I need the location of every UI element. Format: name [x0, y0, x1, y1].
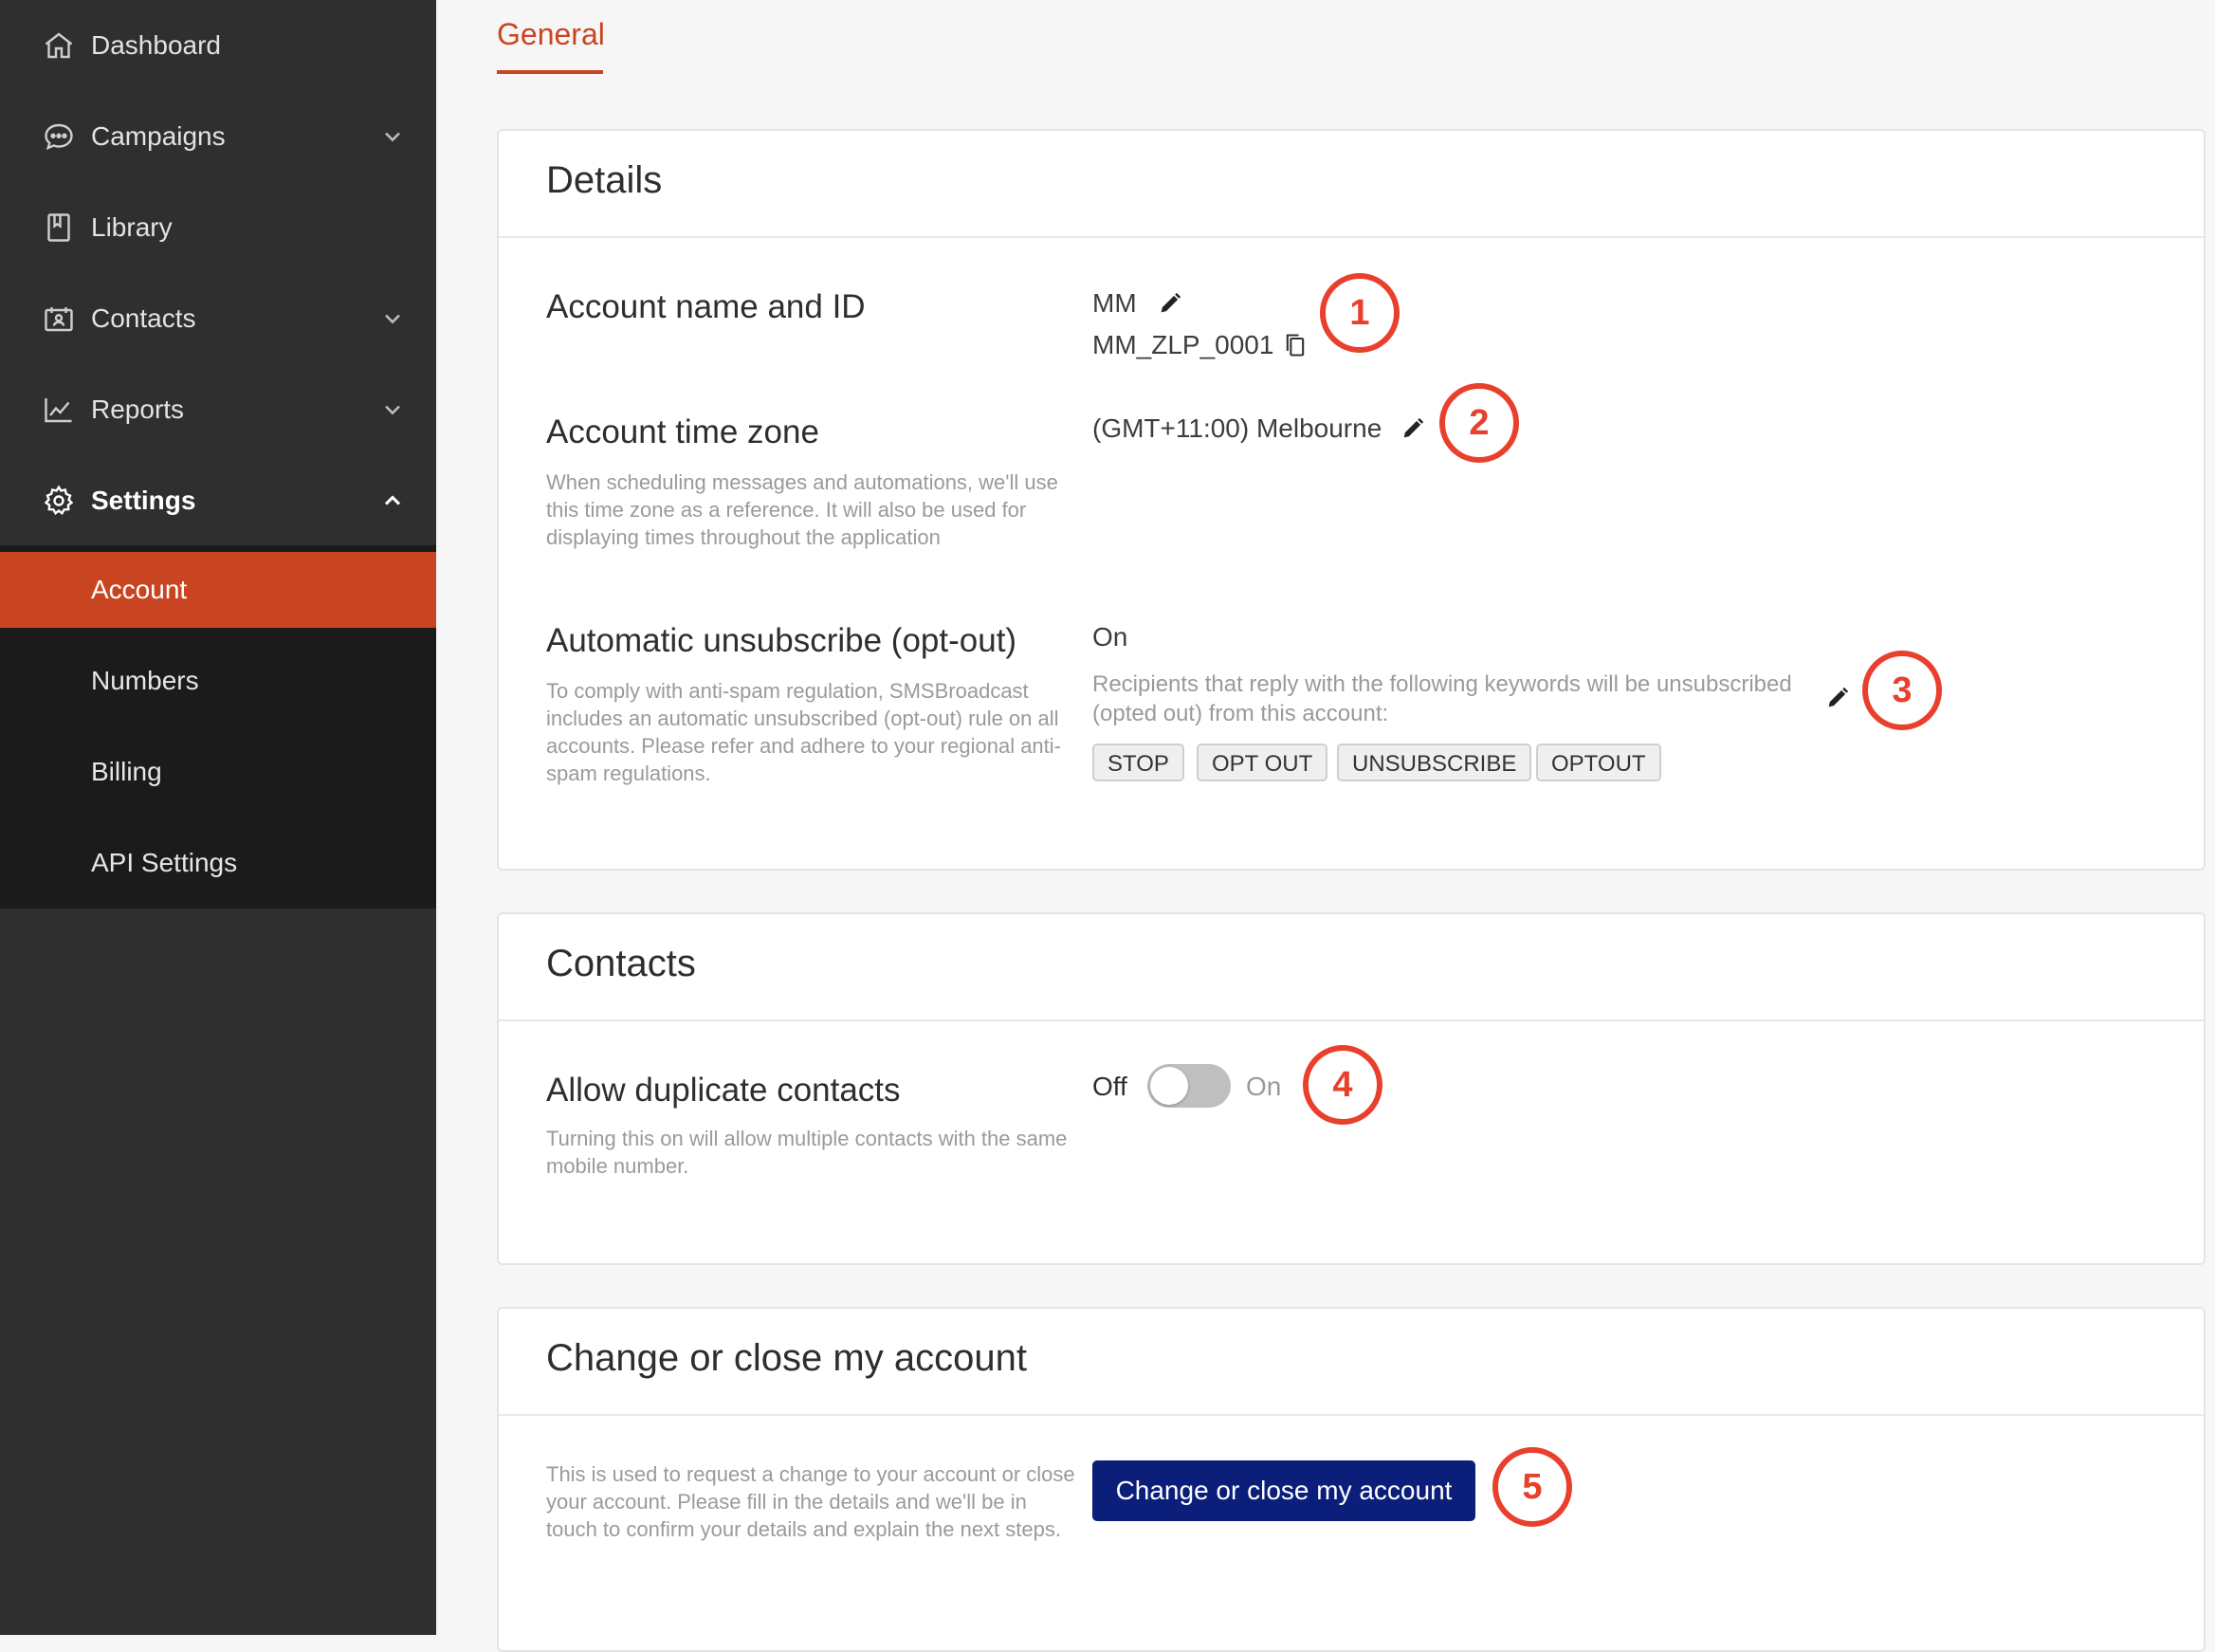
- sidebar-item-label: Settings: [91, 486, 196, 515]
- timezone-description: When scheduling messages and automations…: [546, 470, 1058, 549]
- chat-bubble-icon: [45, 123, 73, 151]
- callout-badge: 3: [1862, 651, 1942, 730]
- sidebar: Dashboard Campaigns Library Contacts Rep…: [0, 0, 436, 1635]
- duplicate-contacts-toggle[interactable]: [1147, 1064, 1231, 1108]
- edit-timezone-icon[interactable]: [1400, 415, 1426, 442]
- sidebar-item-label: Library: [91, 212, 173, 242]
- chevron-down-icon: [385, 132, 400, 142]
- optout-info: Recipients that reply with the following…: [1092, 671, 1792, 726]
- optout-label: Automatic unsubscribe (opt-out): [546, 622, 1017, 659]
- divider: [499, 236, 2204, 238]
- close-account-card: Change or close my account This is used …: [497, 1307, 2206, 1652]
- timezone-label: Account time zone: [546, 413, 819, 450]
- edit-account-name-icon[interactable]: [1157, 290, 1183, 317]
- account-id-value: MM_ZLP_0001: [1092, 330, 1274, 359]
- line-chart-icon: [45, 398, 72, 423]
- keyword-tag: STOP: [1092, 743, 1184, 781]
- callout-badge: 1: [1320, 273, 1400, 353]
- details-title: Details: [546, 159, 663, 201]
- close-account-title: Change or close my account: [546, 1337, 1027, 1379]
- sidebar-item-contacts[interactable]: Contacts: [0, 273, 436, 364]
- account-name-value: MM: [1092, 288, 1137, 318]
- home-icon: [45, 32, 73, 59]
- sidebar-subitem-numbers[interactable]: Numbers: [0, 643, 436, 719]
- timezone-value: (GMT+11:00) Melbourne: [1092, 413, 1382, 443]
- divider: [499, 1019, 2204, 1021]
- account-name-label: Account name and ID: [546, 288, 866, 325]
- duplicate-contacts-label: Allow duplicate contacts: [546, 1072, 901, 1109]
- sidebar-subitem-label: Billing: [91, 757, 162, 786]
- duplicate-contacts-description: Turning this on will allow multiple cont…: [546, 1127, 1068, 1178]
- sidebar-subitem-label: Numbers: [91, 666, 199, 695]
- sidebar-subitem-label: Account: [91, 575, 188, 604]
- sidebar-item-label: Contacts: [91, 303, 196, 333]
- sidebar-item-settings[interactable]: Settings: [0, 455, 436, 546]
- edit-keywords-icon[interactable]: [1824, 685, 1851, 711]
- callout-badge: 2: [1439, 383, 1519, 463]
- keyword-tag: OPT OUT: [1197, 743, 1328, 781]
- sidebar-subitem-label: API Settings: [91, 848, 238, 877]
- contacts-title: Contacts: [546, 943, 696, 984]
- chevron-down-icon: [385, 405, 400, 415]
- sidebar-item-label: Reports: [91, 395, 185, 424]
- settings-subnav: Account Numbers Billing API Settings: [0, 545, 436, 909]
- sidebar-item-label: Campaigns: [91, 121, 226, 151]
- sidebar-subitem-account[interactable]: Account: [0, 552, 436, 628]
- callout-badge: 4: [1303, 1045, 1382, 1125]
- sidebar-subitem-api-settings[interactable]: API Settings: [0, 825, 436, 901]
- sidebar-item-label: Dashboard: [91, 30, 221, 60]
- tab-active-indicator: [497, 70, 603, 74]
- callout-badge: 5: [1492, 1447, 1572, 1527]
- divider: [499, 1414, 2204, 1416]
- chevron-down-icon: [385, 314, 400, 324]
- keyword-tag: UNSUBSCRIBE: [1337, 743, 1532, 781]
- toggle-on-label: On: [1246, 1072, 1282, 1101]
- copy-icon[interactable]: [1282, 332, 1309, 358]
- contact-card-icon: [45, 307, 73, 332]
- book-icon: [47, 213, 70, 242]
- toggle-knob: [1150, 1067, 1188, 1105]
- tab-general[interactable]: General: [497, 17, 605, 52]
- change-close-account-button[interactable]: Change or close my account: [1092, 1460, 1475, 1521]
- close-account-description: This is used to request a change to your…: [546, 1462, 1075, 1541]
- details-card: Details Account name and ID MM MM_ZLP_00…: [497, 129, 2206, 871]
- sidebar-subitem-billing[interactable]: Billing: [0, 734, 436, 810]
- optout-description: To comply with anti-spam regulation, SMS…: [546, 679, 1061, 785]
- sidebar-item-library[interactable]: Library: [0, 182, 436, 273]
- chevron-up-icon: [384, 495, 401, 505]
- sidebar-item-dashboard[interactable]: Dashboard: [0, 0, 436, 91]
- gear-icon: [44, 485, 74, 515]
- toggle-off-label: Off: [1092, 1072, 1127, 1101]
- sidebar-item-campaigns[interactable]: Campaigns: [0, 91, 436, 182]
- sidebar-item-reports[interactable]: Reports: [0, 364, 436, 455]
- optout-status: On: [1092, 622, 1128, 652]
- keyword-tag: OPTOUT: [1536, 743, 1661, 781]
